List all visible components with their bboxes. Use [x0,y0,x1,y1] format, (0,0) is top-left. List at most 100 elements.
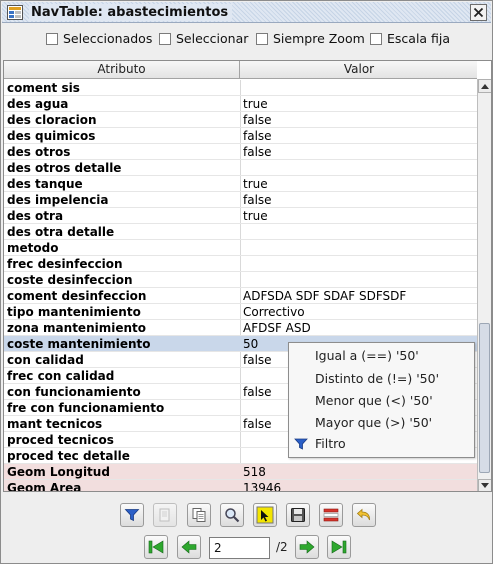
scroll-up-button[interactable] [478,79,491,93]
value-cell[interactable]: false [243,128,475,144]
attribute-cell: coste desinfeccion [7,273,133,287]
value-cell[interactable]: 13946 [243,480,475,491]
menu-item-greater-than[interactable]: Mayor que (>) '50' [289,413,474,433]
table-row[interactable]: des otros false [4,144,477,160]
value-cell[interactable]: false [243,192,475,208]
attribute-cell: coment desinfeccion [7,289,147,303]
table-row[interactable]: tipo mantenimiento Correctivo [4,304,477,320]
option-label: Seleccionar [176,31,249,46]
last-page-icon [331,540,347,554]
save-button[interactable] [286,503,310,527]
attribute-cell: proced tecnicos [7,433,114,447]
table-row[interactable]: des tanque true [4,176,477,192]
table-row[interactable]: zona mantenimiento AFDSF ASD [4,320,477,336]
value-cell[interactable]: Correctivo [243,304,475,320]
scroll-down-button[interactable] [478,479,491,491]
table-row[interactable]: metodo [4,240,477,256]
attribute-cell: mant tecnicos [7,417,103,431]
options-bar: Seleccionados Seleccionar Siempre Zoom E… [1,28,492,50]
attribute-cell: Geom Longitud [7,465,110,479]
zoom-button[interactable] [220,503,244,527]
save-icon [291,508,305,522]
value-cell[interactable]: false [243,112,475,128]
scroll-thumb[interactable] [479,323,490,473]
option-siempre-zoom[interactable]: Siempre Zoom [256,31,365,46]
table-header: Atributo Valor [4,61,477,79]
value-cell[interactable]: ADFSDA SDF SDAF SDFSDF [243,288,475,304]
table-row[interactable]: des cloracion false [4,112,477,128]
close-button[interactable] [470,4,487,21]
table-row[interactable]: des agua true [4,96,477,112]
arrow-down-icon [481,483,489,488]
table-row[interactable]: des impelencia false [4,192,477,208]
attribute-cell: des otra [7,209,64,223]
filter-icon [124,509,140,522]
attribute-cell: proced tec detalle [7,449,130,463]
arrow-left-icon [181,540,197,554]
value-cell[interactable]: false [243,144,475,160]
table-row[interactable]: coste desinfeccion [4,272,477,288]
seleccionar-checkbox[interactable] [159,32,171,45]
attribute-cell: coste mantenimiento [7,337,151,351]
first-record-button[interactable] [144,535,168,559]
column-header-value[interactable]: Valor [241,61,477,78]
undo-icon [356,508,370,521]
option-escala-fija[interactable]: Escala fija [370,31,450,46]
option-seleccionados[interactable]: Seleccionados [46,31,152,46]
last-record-button[interactable] [327,535,351,559]
filter-icon [294,438,308,450]
table-row[interactable]: Geom Longitud 518 [4,464,477,480]
attribute-cell: des agua [7,97,69,111]
attribute-cell: des quimicos [7,129,96,143]
value-cell[interactable]: true [243,208,475,224]
arrow-up-icon [481,84,489,89]
title-bar[interactable]: NavTable: abastecimientos [2,2,491,23]
previous-record-button[interactable] [177,535,201,559]
attribute-cell: con calidad [7,353,84,367]
delete-button[interactable] [319,503,343,527]
magnifier-icon [225,508,240,523]
undo-button[interactable] [352,503,376,527]
first-page-icon [148,540,164,554]
table-row[interactable]: des quimicos false [4,128,477,144]
table-row[interactable]: frec desinfeccion [4,256,477,272]
navigation-bar: 2 /2 [1,533,492,561]
value-cell[interactable]: 518 [243,464,475,480]
table-row[interactable]: coment sis [4,80,477,96]
copy-icon [159,508,170,522]
value-cell[interactable]: true [243,96,475,112]
attribute-cell: des cloracion [7,113,97,127]
page-total-label: /2 [276,540,288,554]
copy-selected-button[interactable] [153,503,177,527]
seleccionados-checkbox[interactable] [46,32,58,45]
option-seleccionar[interactable]: Seleccionar [159,31,248,46]
copy-previous-button[interactable] [187,503,211,527]
siempre-zoom-checkbox[interactable] [256,32,268,45]
filter-context-menu: Igual a (==) '50' Distinto de (!=) '50' … [288,342,475,458]
menu-item-filter[interactable]: Filtro [289,434,474,454]
attribute-cell: des otra detalle [7,225,115,239]
attribute-cell: metodo [7,241,59,255]
delete-row-icon [323,508,339,522]
table-row[interactable]: des otra true [4,208,477,224]
menu-item-equal[interactable]: Igual a (==) '50' [289,346,474,366]
value-cell[interactable]: true [243,176,475,192]
menu-item-not-equal[interactable]: Distinto de (!=) '50' [289,369,474,389]
next-record-button[interactable] [295,535,319,559]
window-title: NavTable: abastecimientos [29,4,233,21]
vertical-scrollbar[interactable] [477,79,491,491]
attribute-cell: con funcionamiento [7,385,141,399]
table-row[interactable]: des otra detalle [4,224,477,240]
menu-item-less-than[interactable]: Menor que (<) '50' [289,391,474,411]
escala-fija-checkbox[interactable] [370,32,382,45]
filter-button[interactable] [120,503,144,527]
column-header-attribute[interactable]: Atributo [4,61,240,78]
table-row[interactable]: coment desinfeccion ADFSDA SDF SDAF SDFSD… [4,288,477,304]
table-row[interactable]: des otros detalle [4,160,477,176]
attribute-cell: tipo mantenimiento [7,305,141,319]
select-feature-button[interactable] [253,503,277,527]
attribute-cell: des otros [7,145,71,159]
page-number-input[interactable]: 2 [209,537,270,559]
value-cell[interactable]: AFDSF ASD [243,320,475,336]
table-row[interactable]: Geom Area 13946 [4,480,477,491]
